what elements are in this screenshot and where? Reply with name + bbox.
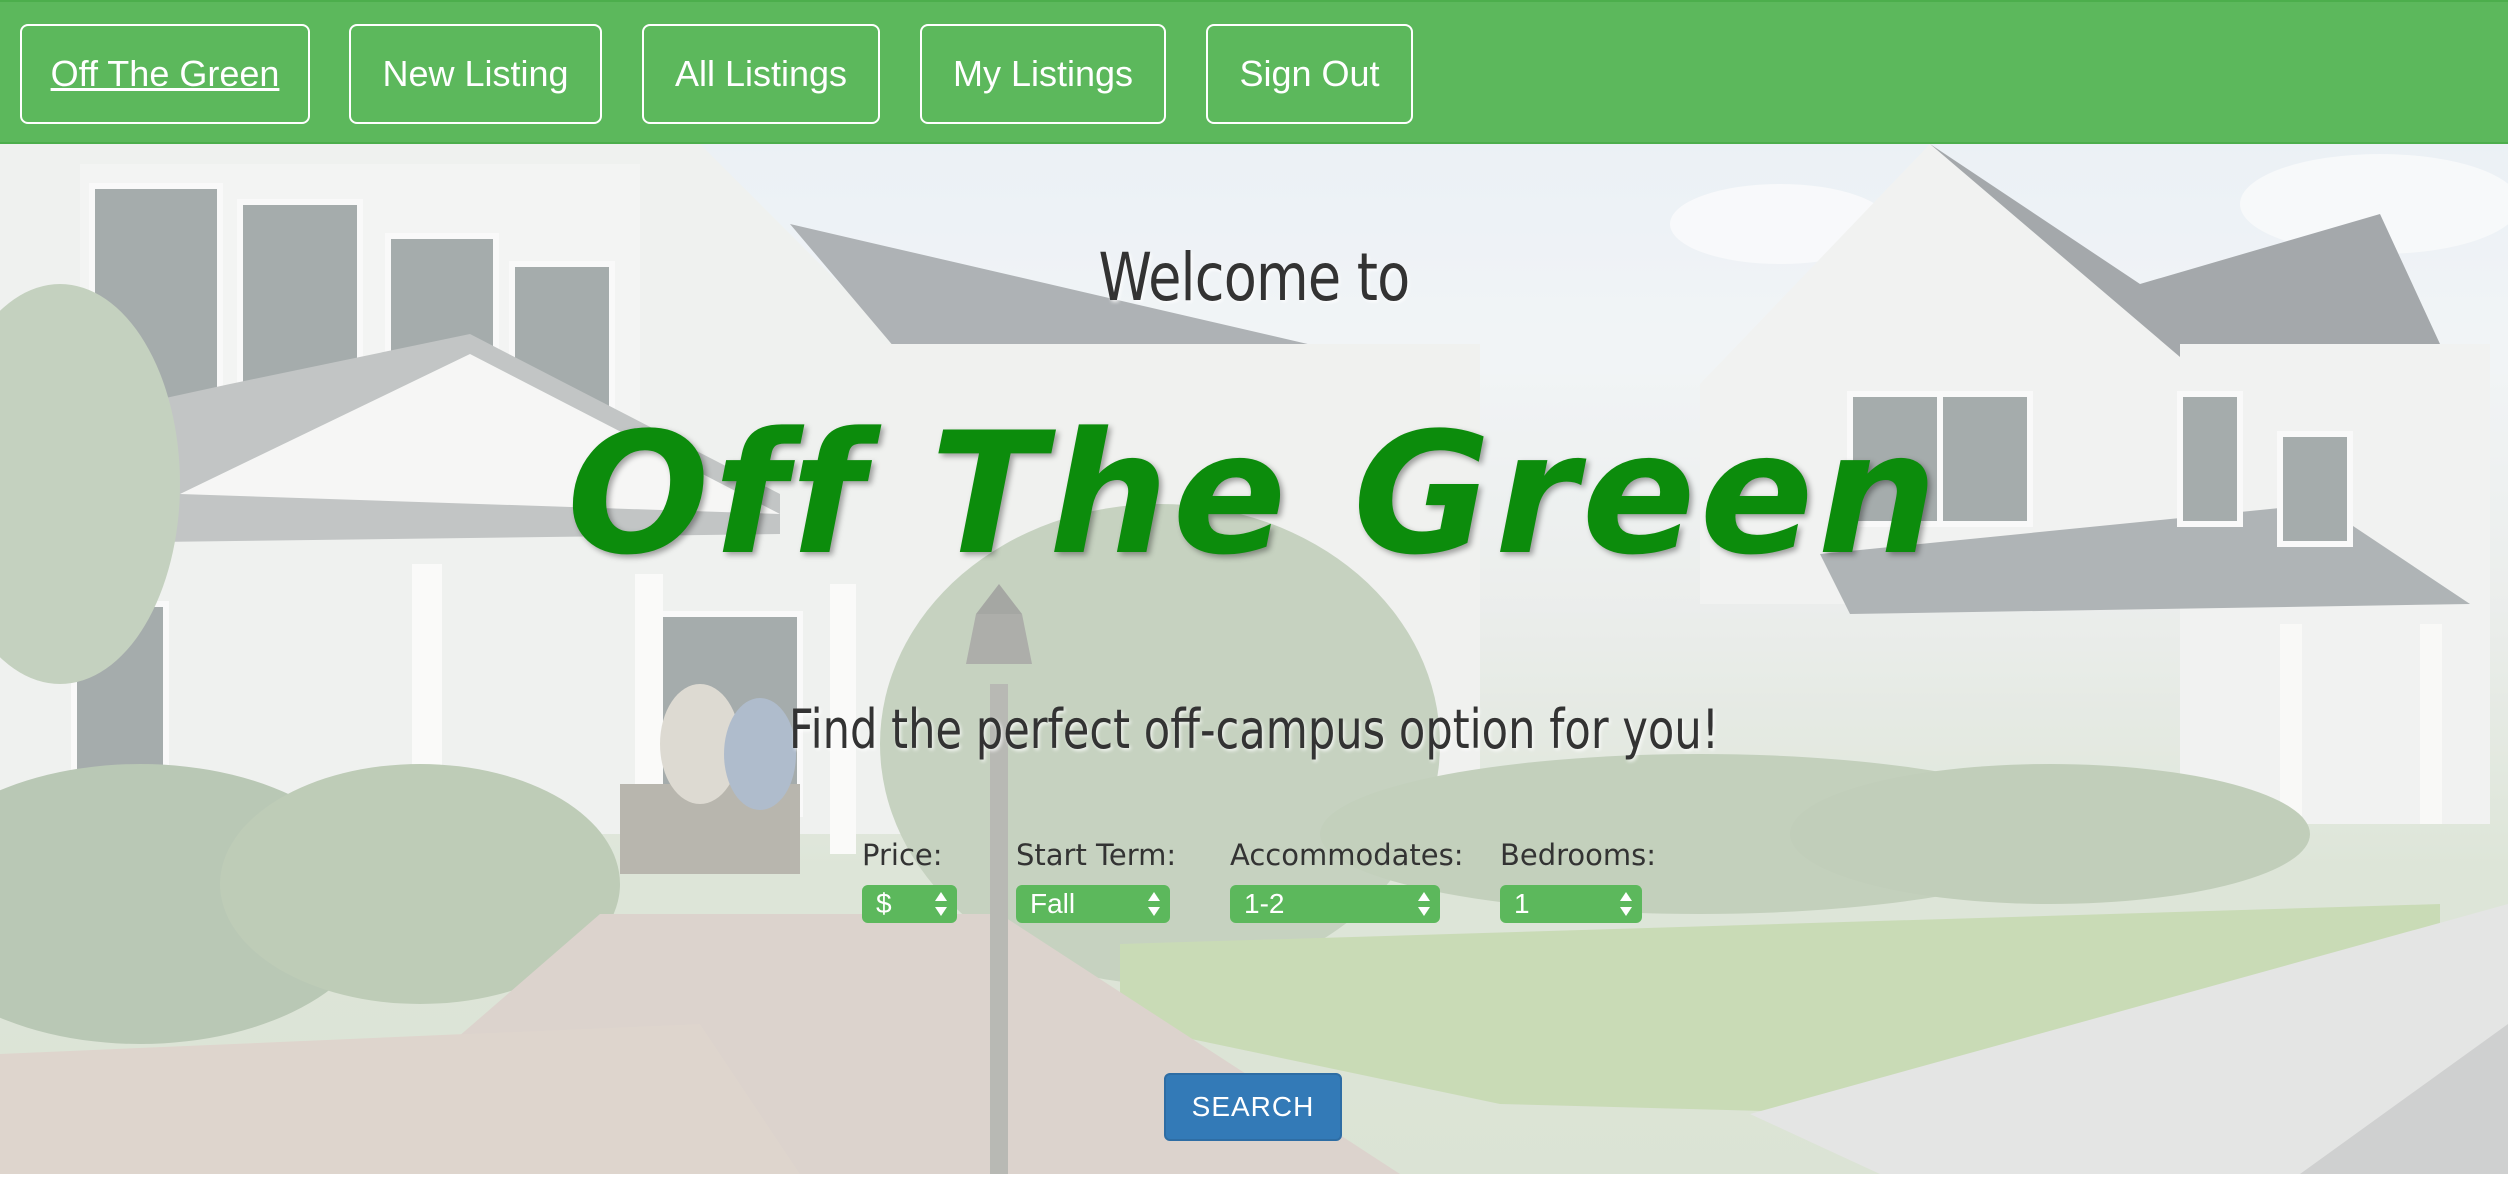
bedrooms-select[interactable]: 1: [1500, 885, 1642, 923]
start-term-select-value: Fall: [1030, 888, 1076, 919]
updown-arrows-icon: [1418, 891, 1430, 917]
price-select[interactable]: $: [862, 885, 957, 923]
search-button-label: SEARCH: [1191, 1091, 1315, 1122]
updown-arrows-icon: [1148, 891, 1160, 917]
nav-my-listings-label: My Listings: [952, 53, 1134, 94]
price-select-value: $: [876, 888, 892, 919]
hero-section: Welcome to Off The Green Find the perfec…: [0, 144, 2508, 1174]
hero-tagline: Find the perfect off-campus option for y…: [788, 698, 1720, 761]
top-navbar: Off The Green New Listing All Listings M…: [0, 0, 2508, 144]
bedrooms-select-value: 1: [1514, 888, 1530, 919]
nav-new-listing-button[interactable]: New Listing: [349, 24, 602, 124]
brand-title: Off The Green: [566, 396, 1942, 592]
accommodates-select[interactable]: 1-2: [1230, 885, 1440, 923]
accommodates-select-value: 1-2: [1244, 888, 1285, 919]
nav-new-listing-label: New Listing: [382, 53, 569, 94]
nav-sign-out-button[interactable]: Sign Out: [1206, 24, 1413, 124]
start-term-filter-label: Start Term:: [1016, 838, 1177, 872]
accommodates-filter-label: Accommodates:: [1230, 838, 1464, 872]
updown-arrows-icon: [1620, 891, 1632, 917]
welcome-heading: Welcome to: [1098, 239, 1411, 316]
nav-home-label: Off The Green: [50, 53, 280, 94]
bedrooms-filter-label: Bedrooms:: [1500, 838, 1657, 872]
nav-home-brand-button[interactable]: Off The Green: [20, 24, 310, 124]
nav-sign-out-label: Sign Out: [1239, 53, 1380, 94]
nav-all-listings-button[interactable]: All Listings: [642, 24, 880, 124]
start-term-select[interactable]: Fall: [1016, 885, 1170, 923]
nav-all-listings-label: All Listings: [674, 53, 848, 94]
search-button[interactable]: SEARCH: [1164, 1073, 1342, 1141]
updown-arrows-icon: [935, 891, 947, 917]
price-filter-label: Price:: [862, 838, 943, 872]
nav-my-listings-button[interactable]: My Listings: [920, 24, 1166, 124]
